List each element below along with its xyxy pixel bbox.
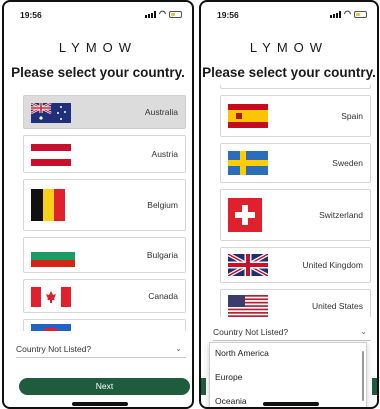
country-name: United Kingdom [302, 260, 363, 270]
country-row-partial[interactable] [23, 319, 186, 331]
country-name: Belgium [147, 200, 178, 210]
country-name: Bulgaria [146, 250, 178, 260]
page-title: Please select your country. [11, 65, 185, 80]
country-name: Australia [144, 107, 178, 117]
ch-flag-icon [228, 198, 262, 232]
se-flag-icon [228, 151, 268, 175]
country-row-spain[interactable]: Spain [220, 95, 371, 137]
gb-flag-icon [228, 254, 268, 276]
cellular-signal-icon [145, 10, 157, 18]
country-row-partial[interactable] [220, 85, 371, 89]
country-row-bulgaria[interactable]: Bulgaria [23, 237, 186, 273]
app-logo: LYMOW [249, 40, 329, 55]
next-button-edge[interactable] [201, 378, 206, 395]
battery-icon [354, 10, 367, 18]
country-row-austria[interactable]: Austria [23, 135, 186, 173]
country-row-united-states[interactable]: United States [220, 289, 371, 317]
dropdown-scrollbar[interactable] [362, 351, 364, 401]
app-logo: LYMOW [58, 40, 138, 55]
country-screen-left: 19:56 ◠ LYMOW Please select your country… [2, 0, 194, 409]
wifi-icon: ◠ [344, 9, 351, 18]
us-flag-icon [228, 295, 268, 317]
battery-icon [169, 10, 182, 18]
home-indicator [263, 402, 319, 406]
chevron-down-icon: ⌄ [360, 327, 367, 336]
country-name: Austria [151, 149, 178, 159]
country-row-canada[interactable]: Canada [23, 279, 186, 313]
option-north-america[interactable]: North America [215, 348, 269, 358]
country-screen-right: 19:56 ◠ LYMOW Please select your country… [199, 0, 379, 409]
option-oceania[interactable]: Oceania [215, 396, 247, 406]
next-button-edge[interactable] [372, 378, 377, 395]
select-value: Country Not Listed? [213, 327, 289, 337]
ca-flag-icon [31, 287, 71, 307]
country-row-united-kingdom[interactable]: United Kingdom [220, 247, 371, 283]
country-row-australia[interactable]: Australia [23, 95, 186, 129]
country-name: Switzerland [319, 210, 363, 220]
status-time: 19:56 [217, 10, 239, 20]
home-indicator [72, 402, 128, 406]
bg-flag-icon [31, 245, 75, 267]
es-flag-icon [228, 104, 268, 128]
at-flag-icon [31, 144, 71, 166]
status-bar: 19:56 ◠ [201, 8, 377, 22]
country-not-listed-select[interactable]: Country Not Listed? ⌄ [16, 344, 186, 358]
country-not-listed-select[interactable]: Country Not Listed? ⌄ [213, 327, 371, 341]
country-row-switzerland[interactable]: Switzerland [220, 189, 371, 241]
country-list[interactable]: Spain Sweden Switzerland United Kingdom … [201, 85, 377, 317]
status-bar: 19:56 ◠ [4, 8, 192, 22]
country-name: Sweden [332, 158, 363, 168]
country-name: United States [311, 301, 363, 311]
page-title: Please select your country. [202, 65, 376, 80]
be-flag-icon [31, 189, 65, 221]
country-name: Spain [341, 111, 363, 121]
status-time: 19:56 [20, 10, 42, 20]
country-name: Canada [148, 291, 178, 301]
au-flag-icon [31, 103, 71, 123]
country-row-sweden[interactable]: Sweden [220, 143, 371, 183]
country-list[interactable]: Australia Austria Belgium Bulgaria Canad… [4, 95, 192, 331]
next-button[interactable]: Next [19, 378, 190, 395]
region-dropdown-menu[interactable]: North America Europe Oceania [209, 342, 367, 407]
country-row-belgium[interactable]: Belgium [23, 179, 186, 231]
option-europe[interactable]: Europe [215, 372, 242, 382]
flag-icon [31, 324, 71, 331]
cellular-signal-icon [330, 10, 342, 18]
chevron-down-icon: ⌄ [175, 344, 182, 353]
wifi-icon: ◠ [159, 9, 166, 18]
select-value: Country Not Listed? [16, 344, 92, 354]
